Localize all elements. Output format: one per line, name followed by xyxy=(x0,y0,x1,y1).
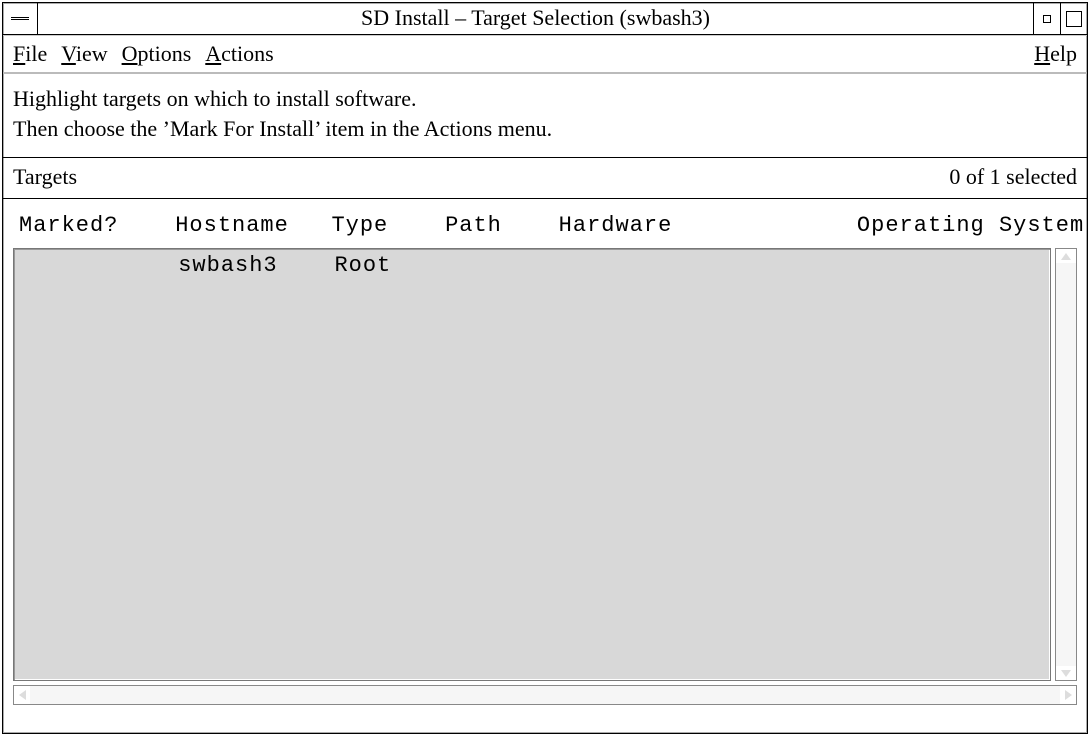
instruction-text: Highlight targets on which to install so… xyxy=(3,74,1087,158)
menu-help-rest: elp xyxy=(1050,41,1077,66)
menu-options[interactable]: Options xyxy=(122,41,192,67)
footer-gap xyxy=(3,711,1087,733)
menu-actions[interactable]: Actions xyxy=(205,41,273,67)
targets-status: 0 of 1 selected xyxy=(949,164,1077,190)
menu-options-rest: ptions xyxy=(137,41,191,66)
vertical-scrollbar[interactable] xyxy=(1055,248,1077,681)
column-headers: Marked? Hostname Type Path Hardware Oper… xyxy=(3,199,1087,248)
maximize-button[interactable] xyxy=(1060,3,1087,34)
chevron-left-icon xyxy=(19,690,26,700)
list-container: swbash3 Root xyxy=(3,248,1087,711)
instruction-line-2: Then choose the ’Mark For Install’ item … xyxy=(13,114,1077,144)
menu-bar: File View Options Actions Help xyxy=(3,35,1087,74)
scroll-down-button[interactable] xyxy=(1056,666,1076,680)
horizontal-scrollbar[interactable] xyxy=(13,685,1077,705)
window-title: SD Install – Target Selection (swbash3) xyxy=(38,3,1033,34)
scroll-up-button[interactable] xyxy=(1056,249,1076,263)
hscroll-track[interactable] xyxy=(30,686,1060,704)
scroll-left-button[interactable] xyxy=(14,686,30,704)
instruction-line-1: Highlight targets on which to install so… xyxy=(13,84,1077,114)
chevron-right-icon xyxy=(1065,690,1072,700)
menu-file-rest: ile xyxy=(25,41,47,66)
scroll-right-button[interactable] xyxy=(1060,686,1076,704)
menu-help[interactable]: Help xyxy=(1034,41,1077,67)
window-frame: SD Install – Target Selection (swbash3) … xyxy=(2,2,1088,734)
minimize-icon xyxy=(1043,15,1051,23)
menu-file[interactable]: File xyxy=(13,41,47,67)
menu-actions-rest: ctions xyxy=(221,41,274,66)
system-menu-icon xyxy=(11,17,29,20)
vscroll-track[interactable] xyxy=(1056,263,1076,666)
col-marked: Marked? Hostname Type Path Hardware Oper… xyxy=(19,213,1084,238)
table-row[interactable]: swbash3 Root xyxy=(14,249,1050,278)
maximize-icon xyxy=(1066,11,1082,27)
system-menu-button[interactable] xyxy=(3,3,38,34)
targets-label: Targets xyxy=(13,164,77,190)
menu-view[interactable]: View xyxy=(61,41,107,67)
minimize-button[interactable] xyxy=(1033,3,1060,34)
chevron-down-icon xyxy=(1061,670,1071,677)
targets-header: Targets 0 of 1 selected xyxy=(3,158,1087,199)
targets-list[interactable]: swbash3 Root xyxy=(13,248,1051,681)
chevron-up-icon xyxy=(1061,253,1071,260)
title-bar: SD Install – Target Selection (swbash3) xyxy=(3,3,1087,35)
menu-view-rest: iew xyxy=(76,41,108,66)
